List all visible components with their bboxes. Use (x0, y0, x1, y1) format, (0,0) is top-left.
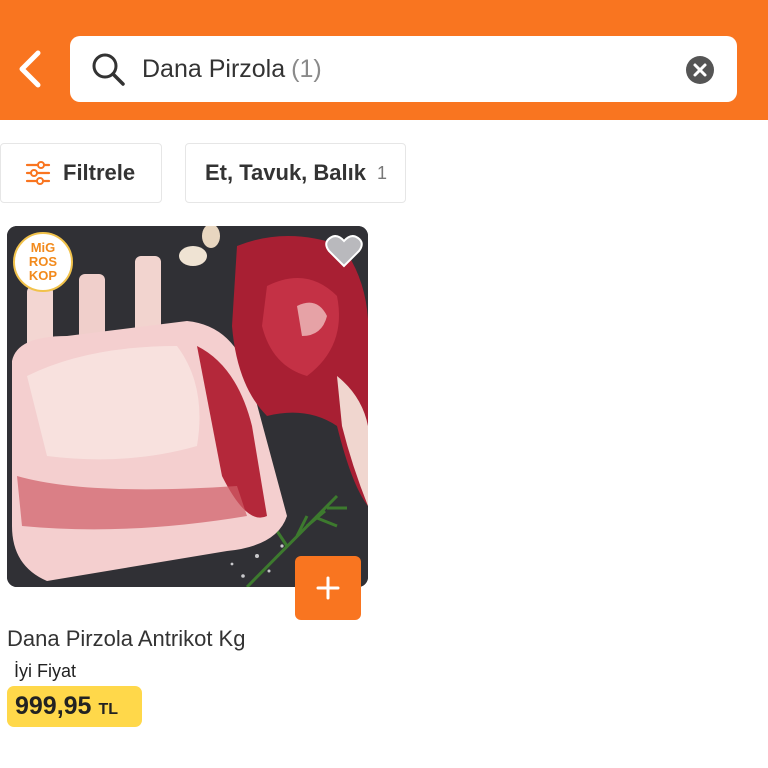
price-badge: 999,95 TL (7, 686, 142, 727)
product-card[interactable]: MiG ROS KOP Dana Pirzola Antrikot Kg İyi… (7, 226, 368, 727)
badge-line-3: KOP (28, 268, 58, 283)
filter-label: Filtrele (63, 160, 136, 185)
clear-icon[interactable] (685, 55, 715, 85)
migroskop-badge: MiG ROS KOP (13, 232, 73, 292)
product-name[interactable]: Dana Pirzola Antrikot Kg (7, 626, 245, 652)
category-chip[interactable]: Et, Tavuk, Balık 1 (185, 143, 406, 203)
top-bar: Dana Pirzola (1) (0, 0, 768, 120)
sliders-icon (25, 161, 51, 185)
category-chip-label: Et, Tavuk, Balık (205, 160, 366, 185)
filter-button[interactable]: Filtrele (0, 143, 162, 203)
chevron-left-icon (19, 50, 41, 88)
price-currency: TL (98, 701, 119, 718)
price-value: 999,95 (15, 692, 92, 720)
badge-line-2: ROS (28, 254, 58, 269)
search-query-text: Dana Pirzola (142, 55, 286, 83)
search-icon (92, 53, 125, 86)
back-button[interactable] (8, 44, 52, 94)
add-to-cart-button[interactable] (295, 556, 361, 620)
badge-line-1: MiG (30, 240, 56, 255)
plus-icon (316, 576, 340, 600)
product-tag: İyi Fiyat (14, 661, 77, 681)
category-chip-count: 1 (376, 162, 387, 183)
search-input[interactable]: Dana Pirzola (1) (70, 36, 737, 102)
heart-icon[interactable] (325, 234, 363, 268)
search-result-count: (1) (291, 55, 322, 83)
search-query: Dana Pirzola (1) (142, 36, 322, 102)
